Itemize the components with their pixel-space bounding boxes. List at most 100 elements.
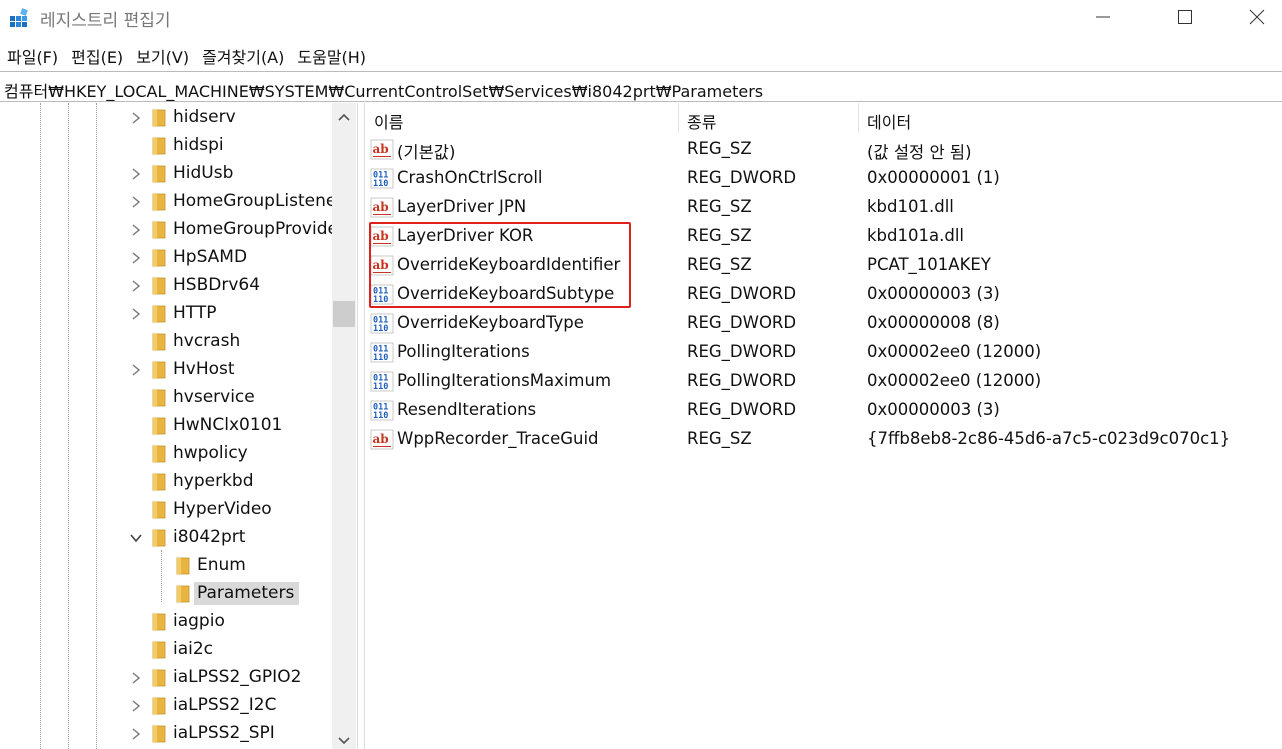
value-name: PollingIterations <box>397 342 530 361</box>
address-bar[interactable]: 컴퓨터₩HKEY_LOCAL_MACHINE₩SYSTEM₩CurrentCon… <box>0 71 1282 102</box>
values-list[interactable]: 이름 종류 데이터 ab (기본값) REG_SZ (값 설정 안 됨) 011 110 C… <box>366 103 1282 749</box>
tree-item[interactable]: iaLPSS2_I2C <box>0 692 332 720</box>
value-row[interactable]: 011 110 ResendIterations REG_DWORD 0x0000000… <box>366 396 1282 425</box>
tree-item-label[interactable]: iaLPSS2_GPIO2 <box>170 666 306 689</box>
tree-item[interactable]: i8042prt <box>0 524 332 552</box>
tree-item-label[interactable]: Enum <box>194 554 251 577</box>
regedit-app-icon <box>10 8 28 27</box>
value-row[interactable]: 011 110 PollingIterations REG_DWORD 0x00002e… <box>366 338 1282 367</box>
value-row[interactable]: ab LayerDriver JPN REG_SZ kbd101.dll <box>366 193 1282 222</box>
chevron-down-icon[interactable] <box>129 531 143 545</box>
value-row[interactable]: 011 110 CrashOnCtrlScroll REG_DWORD 0x000000… <box>366 164 1282 193</box>
svg-text:ab: ab <box>373 432 389 446</box>
tree-item-label[interactable]: HpSAMD <box>170 246 252 269</box>
menu-file[interactable]: 파일(F) <box>0 42 64 70</box>
tree-item[interactable]: HomeGroupListene <box>0 188 336 216</box>
menu-favorites[interactable]: 즐겨찾기(A) <box>195 42 290 70</box>
tree-item[interactable]: hvcrash <box>0 328 332 356</box>
chevron-right-icon[interactable] <box>129 251 143 265</box>
scroll-down-button[interactable] <box>332 729 356 749</box>
chevron-right-icon[interactable] <box>129 167 143 181</box>
tree-item-label[interactable]: HidUsb <box>170 162 238 185</box>
value-data: 0x00000003 (3) <box>867 400 1000 419</box>
chevron-right-icon[interactable] <box>129 223 143 237</box>
tree-item[interactable]: HidUsb <box>0 160 332 188</box>
value-row[interactable]: ab (기본값) REG_SZ (값 설정 안 됨) <box>366 135 1282 164</box>
tree-item-label[interactable]: hvcrash <box>170 330 245 353</box>
tree-item-label[interactable]: HomeGroupListene <box>170 190 341 213</box>
tree-scrollbar[interactable] <box>332 103 356 749</box>
menu-view[interactable]: 보기(V) <box>129 42 195 70</box>
value-row[interactable]: ab LayerDriver KOR REG_SZ kbd101a.dll <box>366 222 1282 251</box>
window-title: 레지스트리 편집기 <box>40 11 171 31</box>
tree-item[interactable]: HvHost <box>0 356 332 384</box>
column-header-type[interactable]: 종류 <box>679 103 859 133</box>
tree-item-label[interactable]: hidspi <box>170 134 229 157</box>
key-tree[interactable]: hidserv hidspi HidUsb HomeGroupListene HomeG… <box>0 103 357 749</box>
tree-item[interactable]: HTTP <box>0 300 332 328</box>
value-row[interactable]: 011 110 OverrideKeyboardSubtype REG_DWORD 0x… <box>366 280 1282 309</box>
menu-help[interactable]: 도움말(H) <box>290 42 372 70</box>
tree-item[interactable]: iai2c <box>0 636 332 664</box>
tree-item-label[interactable]: HomeGroupProvide <box>170 218 343 241</box>
tree-item[interactable]: iagpio <box>0 608 332 636</box>
column-header-data[interactable]: 데이터 <box>859 103 1282 133</box>
tree-item[interactable]: HSBDrv64 <box>0 272 332 300</box>
chevron-right-icon[interactable] <box>129 279 143 293</box>
tree-item[interactable]: hidserv <box>0 104 332 132</box>
chevron-right-icon[interactable] <box>129 363 143 377</box>
tree-item-label[interactable]: i8042prt <box>170 526 250 549</box>
column-header-name[interactable]: 이름 <box>366 103 679 133</box>
tree-item-label[interactable]: HvHost <box>170 358 240 381</box>
scroll-up-button[interactable] <box>332 105 356 129</box>
tree-item[interactable]: HyperVideo <box>0 496 332 524</box>
pane-splitter[interactable] <box>357 103 365 749</box>
tree-item[interactable]: Enum <box>0 552 332 580</box>
tree-item[interactable]: hwpolicy <box>0 440 332 468</box>
chevron-right-icon[interactable] <box>129 111 143 125</box>
maximize-button[interactable] <box>1156 0 1214 34</box>
folder-icon <box>152 725 166 743</box>
tree-item[interactable]: hyperkbd <box>0 468 332 496</box>
tree-item-label[interactable]: hvservice <box>170 386 260 409</box>
chevron-right-icon[interactable] <box>129 195 143 209</box>
tree-item[interactable]: Parameters <box>0 580 332 608</box>
tree-item-label[interactable]: iaLPSS2_SPI <box>170 722 280 745</box>
value-row[interactable]: ab OverrideKeyboardIdentifier REG_SZ PCAT_1… <box>366 251 1282 280</box>
tree-item-label[interactable]: Parameters <box>194 582 300 605</box>
tree-item-label[interactable]: hyperkbd <box>170 470 259 493</box>
tree-item-label[interactable]: iagpio <box>170 610 230 633</box>
chevron-right-icon[interactable] <box>129 699 143 713</box>
tree-item[interactable]: hvservice <box>0 384 332 412</box>
tree-item-label[interactable]: iai2c <box>170 638 218 661</box>
tree-item-label[interactable]: iaLPSS2_I2C <box>170 694 281 717</box>
chevron-right-icon[interactable] <box>129 671 143 685</box>
tree-item[interactable]: iaLPSS2_SPI <box>0 720 332 748</box>
folder-icon <box>152 697 166 715</box>
tree-item[interactable]: HomeGroupProvide <box>0 216 338 244</box>
chevron-right-icon[interactable] <box>129 307 143 321</box>
tree-item-label[interactable]: HSBDrv64 <box>170 274 265 297</box>
tree-item-label[interactable]: HTTP <box>170 302 222 325</box>
close-button[interactable] <box>1228 0 1282 34</box>
value-data: kbd101a.dll <box>867 226 964 245</box>
value-row[interactable]: 011 110 OverrideKeyboardType REG_DWORD 0x000… <box>366 309 1282 338</box>
tree-item[interactable]: iaLPSS2_GPIO2 <box>0 664 332 692</box>
svg-text:110: 110 <box>373 324 388 334</box>
tree-item[interactable]: HpSAMD <box>0 244 332 272</box>
value-row[interactable]: 011 110 PollingIterationsMaximum REG_DWORD 0… <box>366 367 1282 396</box>
tree-item[interactable]: HwNClx0101 <box>0 412 332 440</box>
binary-value-icon: 011110 <box>370 313 394 334</box>
tree-item-label[interactable]: HwNClx0101 <box>170 414 287 437</box>
chevron-right-icon[interactable] <box>129 727 143 741</box>
value-name: OverrideKeyboardIdentifier <box>397 255 621 274</box>
value-row[interactable]: ab WppRecorder_TraceGuid REG_SZ {7ffb8eb8-2… <box>366 425 1282 454</box>
value-data: 0x00000001 (1) <box>867 168 1000 187</box>
tree-item[interactable]: hidspi <box>0 132 332 160</box>
menu-edit[interactable]: 편집(E) <box>64 42 129 70</box>
minimize-button[interactable] <box>1074 0 1132 34</box>
scroll-thumb[interactable] <box>333 301 355 327</box>
tree-item-label[interactable]: HyperVideo <box>170 498 277 521</box>
tree-item-label[interactable]: hidserv <box>170 106 241 129</box>
tree-item-label[interactable]: hwpolicy <box>170 442 253 465</box>
